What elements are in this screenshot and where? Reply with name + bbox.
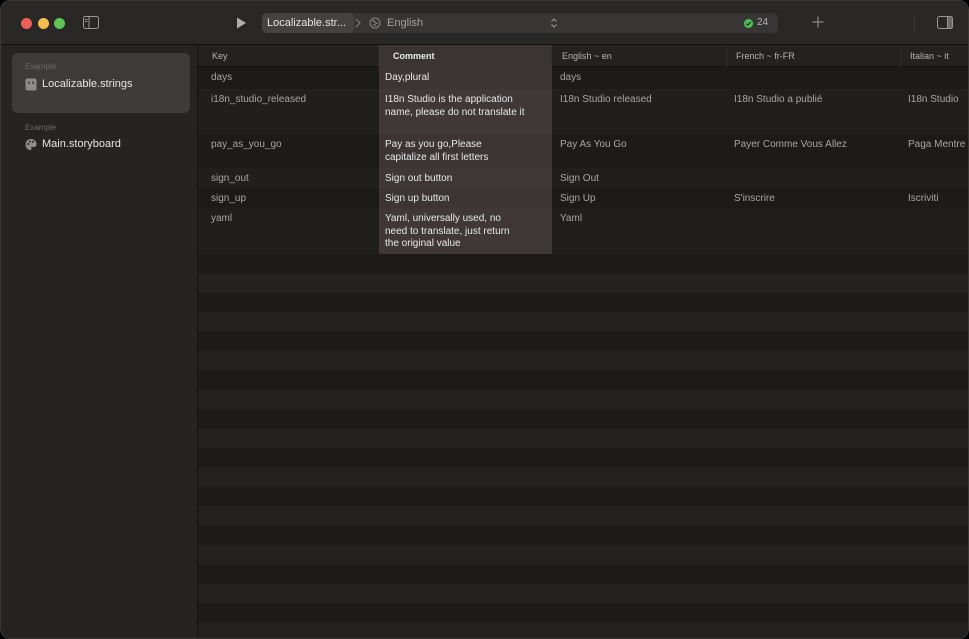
column-header-key[interactable]: Key [198, 45, 379, 67]
table-header: Key Comment English ~ en French ~ fr-FR … [198, 45, 968, 67]
cell-comment[interactable]: Pay as you go,Please capitalize all firs… [385, 139, 525, 164]
inspector-toggle-icon[interactable] [937, 16, 953, 29]
globe-icon [369, 17, 381, 29]
column-header-english[interactable]: English ~ en [552, 45, 727, 67]
close-window-button[interactable] [21, 18, 32, 29]
cell-english[interactable]: Pay As You Go [560, 139, 627, 152]
add-icon[interactable] [811, 15, 825, 29]
cell-key[interactable]: days [211, 72, 232, 85]
cell-key[interactable]: sign_out [211, 173, 249, 186]
cell-comment[interactable]: Sign up button [385, 193, 525, 206]
cell-italian[interactable]: I18n Studio [908, 94, 968, 107]
table-row[interactable]: pay_as_you_go Pay as you go,Please capit… [198, 134, 968, 168]
chevron-right-icon [355, 18, 361, 28]
title-bar: Localizable.str... English 24 [1, 1, 968, 45]
cell-key[interactable]: pay_as_you_go [211, 139, 282, 152]
cell-english[interactable]: I18n Studio released [560, 94, 652, 107]
cell-italian[interactable]: Iscriviti [908, 193, 968, 206]
cell-english[interactable]: Sign Out [560, 173, 599, 186]
cell-key[interactable]: i18n_studio_released [211, 94, 306, 107]
sidebar-toggle-icon[interactable] [83, 16, 99, 29]
cell-comment[interactable]: Sign out button [385, 173, 525, 186]
table-row[interactable]: days Day,plural days [198, 67, 968, 89]
column-header-italian[interactable]: Italian ~ it [902, 45, 968, 67]
run-button[interactable] [234, 16, 248, 30]
file-selector[interactable]: Localizable.str... [262, 13, 354, 33]
sidebar-group-label: Example [25, 62, 57, 71]
status-count: 24 [757, 17, 769, 28]
sidebar-item-main-storyboard[interactable]: Main.storyboard [12, 133, 190, 155]
column-header-comment[interactable]: Comment [379, 45, 552, 67]
cell-english[interactable]: Yaml [560, 213, 582, 226]
scheme-selector[interactable]: Localizable.str... English 24 [262, 13, 778, 33]
column-header-french[interactable]: French ~ fr-FR [727, 45, 902, 67]
sidebar-item-localizable-strings[interactable]: Example Localizable.strings [12, 53, 190, 113]
table-row[interactable]: yaml Yaml, universally used, no need to … [198, 208, 968, 254]
table-row[interactable]: sign_out Sign out button Sign Out [198, 168, 968, 188]
sidebar-group-label: Example [25, 123, 57, 132]
sidebar-item-label: Main.storyboard [42, 138, 121, 150]
cell-french[interactable]: Payer Comme Vous Allez [734, 139, 847, 152]
minimize-window-button[interactable] [38, 18, 49, 29]
cell-italian[interactable]: Paga Mentre [908, 139, 968, 152]
empty-rows-background [198, 254, 968, 638]
sidebar-item-label: Localizable.strings [42, 78, 133, 90]
zoom-window-button[interactable] [54, 18, 65, 29]
cell-key[interactable]: sign_up [211, 193, 246, 206]
cell-comment[interactable]: Day,plural [385, 72, 525, 85]
checkmark-circle-icon [744, 19, 753, 28]
cell-english[interactable]: Sign Up [560, 193, 596, 206]
cell-french[interactable]: S'inscrire [734, 193, 775, 206]
app-window: Localizable.str... English 24 Example Lo… [0, 0, 969, 639]
cell-comment[interactable]: I18n Studio is the application name, ple… [385, 94, 525, 119]
cell-comment[interactable]: Yaml, universally used, no need to trans… [385, 213, 525, 251]
language-selector[interactable]: English [387, 13, 423, 33]
strings-file-icon [25, 78, 37, 91]
cell-french[interactable]: I18n Studio a publié [734, 94, 822, 107]
table-row[interactable]: sign_up Sign up button Sign Up S'inscrir… [198, 188, 968, 208]
sidebar: Example Localizable.strings Example Main… [1, 45, 198, 638]
toolbar-divider [914, 13, 915, 33]
cell-key[interactable]: yaml [211, 213, 232, 226]
cell-english[interactable]: days [560, 72, 581, 85]
table-row[interactable]: i18n_studio_released I18n Studio is the … [198, 89, 968, 134]
strings-table: Key Comment English ~ en French ~ fr-FR … [198, 45, 968, 638]
chevron-updown-icon[interactable] [550, 17, 558, 29]
palette-icon [25, 139, 37, 150]
